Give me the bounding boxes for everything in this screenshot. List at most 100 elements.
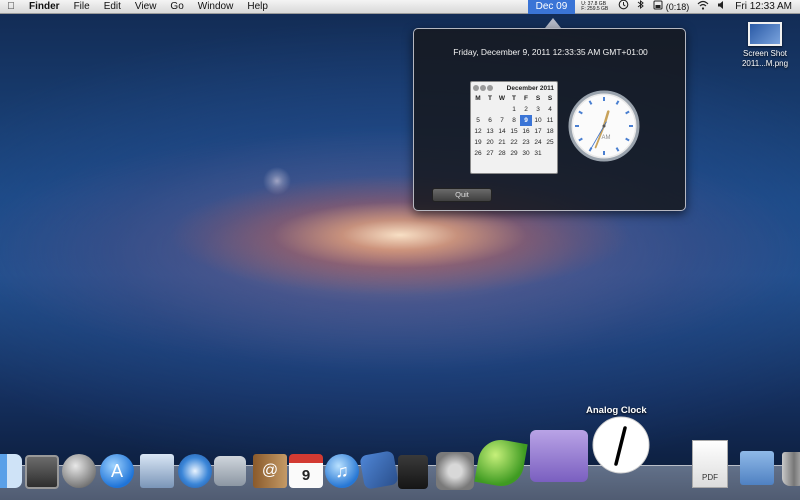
calendar-header: December 2011 <box>471 82 557 94</box>
menu-finder[interactable]: Finder <box>22 0 67 14</box>
calendar-day[interactable]: 7 <box>496 115 508 126</box>
calendar-day[interactable]: 22 <box>508 137 520 148</box>
calendar-grid: M T W T F S S 1 2 3 4 5 6 7 8 9 10 11 12 13 14 15 16 17 18 19 20 21… <box>471 94 557 159</box>
apple-menu-icon[interactable]:  <box>0 1 22 12</box>
system-preferences-icon[interactable] <box>436 452 474 490</box>
calendar-weekday: W <box>498 95 506 102</box>
calendar-day[interactable]: 18 <box>544 126 556 137</box>
calendar-day[interactable]: 28 <box>496 148 508 159</box>
dashboard-icon[interactable] <box>25 455 59 489</box>
calendar-day[interactable]: 14 <box>496 126 508 137</box>
xcode-icon[interactable] <box>359 450 399 490</box>
calendar-day <box>496 104 508 115</box>
preview-icon[interactable] <box>398 455 428 489</box>
clock-center-pin <box>602 124 606 128</box>
file-label-line1: Screen Shot <box>742 49 788 58</box>
clock-am-label: AM <box>602 135 611 141</box>
calendar-day[interactable]: 12 <box>472 126 484 137</box>
analog-clock-icon[interactable] <box>592 416 650 479</box>
menubar-clock[interactable]: Fri 12:33 AM <box>735 1 792 12</box>
analog-clock-face: AM <box>568 90 640 162</box>
calendar-day[interactable]: 26 <box>472 148 484 159</box>
menu-window[interactable]: Window <box>191 0 241 14</box>
calendar-prev-button[interactable] <box>473 85 479 91</box>
calendar-day[interactable]: 15 <box>508 126 520 137</box>
desktop-screenshot-file[interactable]: Screen Shot 2011...M.png <box>735 22 795 69</box>
quit-button[interactable]: Quit <box>432 188 492 202</box>
calendar-day[interactable]: 10 <box>532 115 544 126</box>
calendar-next-button[interactable] <box>487 85 493 91</box>
mini-calendar: December 2011 M T W T F S S 1 2 3 4 5 6 7 8 9 10 11 12 13 14… <box>470 81 558 174</box>
calendar-day <box>472 104 484 115</box>
date-menu-extra[interactable]: Dec 09 <box>527 0 576 14</box>
calendar-weekday: T <box>488 95 492 102</box>
calendar-day[interactable]: 8 <box>508 115 520 126</box>
trash-icon[interactable] <box>782 452 800 486</box>
menu-file[interactable]: File <box>67 0 97 14</box>
calendar-today-button[interactable] <box>480 85 486 91</box>
battery-icon <box>653 0 663 10</box>
calendar-day[interactable]: 19 <box>472 137 484 148</box>
screenshots-folder-icon[interactable] <box>740 451 774 485</box>
menu-help[interactable]: Help <box>240 0 275 14</box>
menu-extras: Dec 09 U: 37.8 GB F: 259.5 GB (0:18) Fri… <box>527 0 800 14</box>
calendar-day[interactable]: 5 <box>472 115 484 126</box>
ical-date-text: 9 <box>289 454 323 488</box>
menu-go[interactable]: Go <box>163 0 190 14</box>
facetime-icon[interactable] <box>214 456 246 486</box>
time-machine-icon[interactable] <box>618 0 629 14</box>
mail-icon[interactable] <box>140 454 174 488</box>
address-book-icon[interactable]: @ <box>253 454 287 488</box>
calendar-day[interactable]: 24 <box>532 137 544 148</box>
wifi-icon[interactable] <box>697 0 709 14</box>
calendar-day[interactable]: 13 <box>484 126 496 137</box>
coda-leaf-icon[interactable] <box>474 436 528 490</box>
date-popup: Friday, December 9, 2011 12:33:35 AM GMT… <box>413 28 686 211</box>
bluetooth-icon[interactable] <box>637 0 645 14</box>
calendar-day[interactable]: 21 <box>496 137 508 148</box>
battery-time-text: (0:18) <box>665 2 690 12</box>
disk-stats-menu-extra[interactable]: U: 37.8 GB F: 259.5 GB <box>581 1 609 12</box>
transmit-truck-icon[interactable] <box>530 430 588 482</box>
calendar-day[interactable]: 17 <box>532 126 544 137</box>
calendar-day[interactable]: 27 <box>484 148 496 159</box>
volume-icon[interactable] <box>717 0 725 14</box>
calendar-day[interactable]: 2 <box>520 104 532 115</box>
menu-view[interactable]: View <box>128 0 164 14</box>
calendar-day <box>484 104 496 115</box>
popup-arrow <box>545 18 561 28</box>
calendar-day[interactable]: 11 <box>544 115 556 126</box>
pdf-document-icon[interactable]: PDF <box>692 440 728 488</box>
screenshot-thumbnail-icon <box>748 22 782 46</box>
calendar-weekday: T <box>512 95 516 102</box>
calendar-day[interactable]: 16 <box>520 126 532 137</box>
calendar-day[interactable]: 1 <box>508 104 520 115</box>
popup-datetime-text: Friday, December 9, 2011 12:33:35 AM GMT… <box>453 47 648 57</box>
calendar-day[interactable]: 30 <box>520 148 532 159</box>
calendar-day[interactable]: 6 <box>484 115 496 126</box>
file-label-line2: 2011...M.png <box>741 59 789 68</box>
calendar-day[interactable]: 20 <box>484 137 496 148</box>
calendar-day[interactable]: 29 <box>508 148 520 159</box>
calendar-day[interactable]: 31 <box>532 148 544 159</box>
app-store-icon[interactable]: A <box>100 454 134 488</box>
launchpad-icon[interactable] <box>62 454 96 488</box>
calendar-weekday: S <box>547 95 553 102</box>
finder-icon[interactable] <box>0 454 22 488</box>
disk-free-text: F: 259.5 GB <box>581 5 609 12</box>
calendar-day[interactable]: 23 <box>520 137 532 148</box>
calendar-day-today[interactable]: 9 <box>520 115 532 126</box>
calendar-weekday: S <box>535 95 541 102</box>
calendar-day[interactable]: 4 <box>544 104 556 115</box>
calendar-weekday: F <box>524 95 528 102</box>
calendar-day <box>544 148 556 159</box>
ical-icon[interactable]: 9 <box>289 454 323 488</box>
battery-status[interactable]: (0:18) <box>653 0 689 14</box>
calendar-month-title: December 2011 <box>506 84 554 92</box>
itunes-icon[interactable]: ♫ <box>325 454 359 488</box>
menu-edit[interactable]: Edit <box>97 0 128 14</box>
safari-icon[interactable] <box>178 454 212 488</box>
dock-tooltip: Analog Clock <box>586 405 647 416</box>
calendar-day[interactable]: 3 <box>532 104 544 115</box>
calendar-day[interactable]: 25 <box>544 137 556 148</box>
